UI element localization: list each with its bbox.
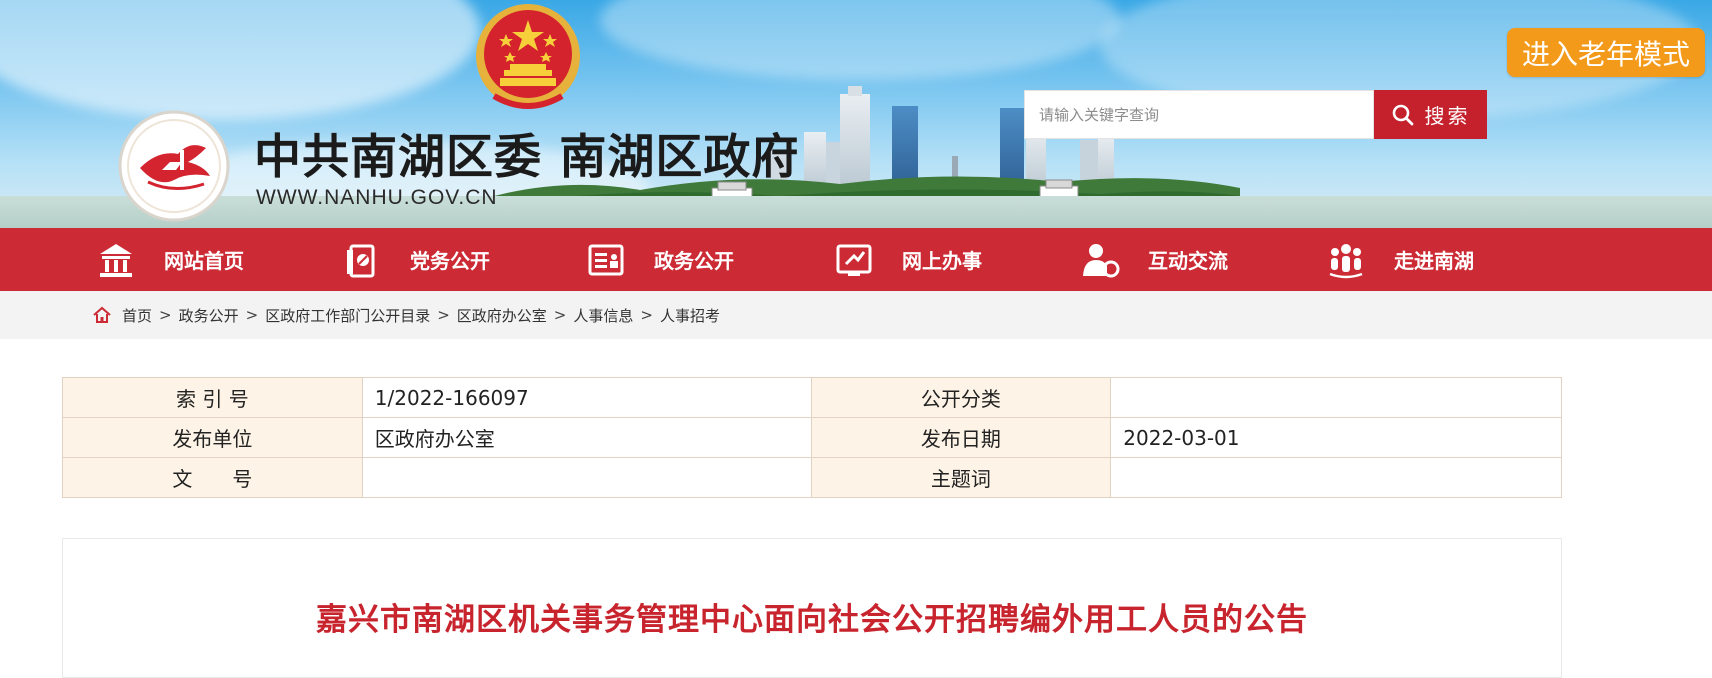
main-nav: 网站首页 党务公开 政务公开 网上办事 互动交流 走进南湖: [0, 228, 1712, 291]
breadcrumb-separator: >: [437, 306, 450, 324]
publish-date-value: 2022-03-01: [1110, 417, 1562, 458]
table-row: 索 引 号 1/2022-166097 公开分类: [62, 377, 1562, 418]
people-group-icon: [1329, 243, 1363, 278]
search-input[interactable]: [1024, 90, 1374, 139]
nav-label: 走进南湖: [1394, 249, 1474, 273]
cloud: [0, 0, 480, 120]
site-title: 中共南湖区委 南湖区政府: [254, 130, 800, 185]
search-button-label: 搜索: [1424, 104, 1471, 128]
nav-item-gov-affairs[interactable]: 政务公开: [586, 228, 734, 291]
gov-doc-icon: [588, 244, 624, 275]
publisher-value: 区政府办公室: [361, 417, 812, 458]
breadcrumb-bar: 首页 > 政务公开 > 区政府工作部门公开目录 > 区政府办公室 > 人事信息 …: [0, 291, 1712, 339]
category-value: [1110, 377, 1562, 418]
nav-label: 互动交流: [1148, 249, 1228, 273]
index-number-label: 索 引 号: [62, 377, 363, 418]
article-title: 嘉兴市南湖区机关事务管理中心面向社会公开招聘编外用工人员的公告: [316, 602, 1308, 638]
site-url: WWW.NANHU.GOV.CN: [256, 186, 498, 209]
breadcrumb-separator: >: [245, 306, 259, 324]
party-doc-icon: [347, 244, 375, 277]
bank-icon: [100, 243, 132, 277]
nav-label: 政务公开: [654, 249, 734, 273]
nav-item-home[interactable]: 网站首页: [96, 228, 244, 291]
table-row: 发布单位 区政府办公室 发布日期 2022-03-01: [62, 417, 1562, 458]
nanhu-logo-icon: [118, 110, 230, 222]
nav-label: 党务公开: [410, 249, 490, 273]
breadcrumb-link-gov-affairs[interactable]: 政务公开: [179, 305, 239, 326]
document-info-table: 索 引 号 1/2022-166097 公开分类 发布单位 区政府办公室 发布日…: [62, 377, 1562, 498]
header-banner: 中共南湖区委 南湖区政府 WWW.NANHU.GOV.CN 搜索 进入老年模式: [0, 0, 1712, 228]
nav-item-online-service[interactable]: 网上办事: [834, 228, 982, 291]
index-number-value: 1/2022-166097: [361, 377, 812, 418]
publish-date-label: 发布日期: [810, 417, 1112, 458]
search-button[interactable]: 搜索: [1374, 90, 1487, 139]
nav-label: 网站首页: [164, 249, 244, 273]
home-icon: [93, 306, 111, 323]
breadcrumb-link-recruitment[interactable]: 人事招考: [660, 305, 720, 326]
keyword-value: [1110, 457, 1562, 498]
nav-item-party-affairs[interactable]: 党务公开: [342, 228, 490, 291]
breadcrumb: 首页 > 政务公开 > 区政府工作部门公开目录 > 区政府办公室 > 人事信息 …: [92, 291, 720, 339]
breadcrumb-link-dept-catalog[interactable]: 区政府工作部门公开目录: [265, 305, 430, 326]
breadcrumb-link-personnel-info[interactable]: 人事信息: [573, 305, 633, 326]
document-number-label: 文 号: [62, 457, 363, 498]
breadcrumb-link-home[interactable]: 首页: [122, 305, 152, 326]
elder-mode-button[interactable]: 进入老年模式: [1507, 28, 1705, 77]
national-emblem-icon: [476, 4, 580, 109]
breadcrumb-separator: >: [553, 306, 567, 324]
nav-label: 网上办事: [902, 249, 982, 273]
breadcrumb-separator: >: [640, 306, 653, 324]
nav-item-about-nanhu[interactable]: 走进南湖: [1326, 228, 1474, 291]
table-row: 文 号 主题词: [62, 457, 1562, 498]
category-label: 公开分类: [810, 377, 1112, 418]
nav-item-interaction[interactable]: 互动交流: [1080, 228, 1228, 291]
breadcrumb-separator: >: [159, 306, 172, 324]
online-service-icon: [836, 244, 872, 276]
document-number-value: [361, 457, 812, 498]
search-icon: [1392, 104, 1413, 125]
interaction-icon: [1083, 243, 1120, 277]
breadcrumb-link-district-office[interactable]: 区政府办公室: [457, 305, 547, 326]
cloud: [600, 0, 1120, 80]
publisher-label: 发布单位: [62, 417, 363, 458]
keyword-label: 主题词: [810, 457, 1112, 498]
